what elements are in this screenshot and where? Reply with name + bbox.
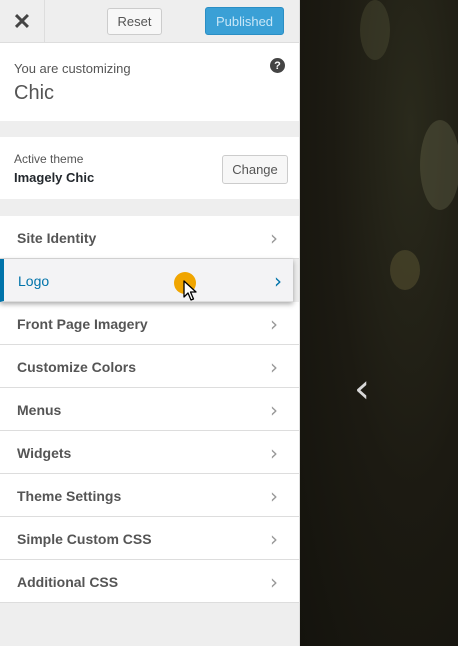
reset-button[interactable]: Reset xyxy=(107,8,162,35)
menu-item-label: Theme Settings xyxy=(17,488,122,504)
menu-item-label: Widgets xyxy=(17,445,72,461)
preview-image-detail xyxy=(420,120,458,210)
customizer-sidebar: ✕ Reset Published You are customizing Ch… xyxy=(0,0,300,646)
mouse-cursor-icon xyxy=(183,280,197,301)
active-theme-section: Active theme Imagely Chic Change xyxy=(0,137,299,199)
menu-item-customize-colors[interactable]: Customize Colors › xyxy=(0,345,299,388)
site-title: Chic xyxy=(14,82,55,104)
menu-item-simple-custom-css[interactable]: Simple Custom CSS › xyxy=(0,517,299,560)
slider-prev-arrow-icon[interactable]: ‹ xyxy=(354,366,370,412)
preview-image-detail xyxy=(390,250,420,290)
customizing-subtitle: You are customizing xyxy=(14,61,131,76)
chevron-right-icon: › xyxy=(270,484,278,508)
publish-button[interactable]: Published xyxy=(205,7,284,35)
chevron-right-icon: › xyxy=(270,355,278,379)
chevron-right-icon: › xyxy=(270,527,278,551)
menu-item-additional-css[interactable]: Additional CSS › xyxy=(0,560,299,603)
active-theme-name: Imagely Chic xyxy=(14,170,95,185)
change-theme-button[interactable]: Change xyxy=(222,155,288,184)
menu-item-front-page-imagery[interactable]: Front Page Imagery › xyxy=(0,302,299,345)
customizer-menu: Site Identity › Logo › Front Page Imager… xyxy=(0,216,299,603)
chevron-right-icon: › xyxy=(274,269,282,293)
preview-image-detail xyxy=(360,0,390,60)
menu-item-menus[interactable]: Menus › xyxy=(0,388,299,431)
menu-item-label: Logo xyxy=(18,273,50,289)
chevron-right-icon: › xyxy=(270,441,278,465)
customizer-header: ✕ Reset Published xyxy=(0,0,299,43)
menu-item-label: Additional CSS xyxy=(17,574,119,590)
menu-item-label: Site Identity xyxy=(17,230,97,246)
menu-item-label: Customize Colors xyxy=(17,359,137,375)
menu-item-label: Simple Custom CSS xyxy=(17,531,152,547)
site-preview[interactable]: ‹ xyxy=(300,0,458,646)
customizing-info: You are customizing Chic ? xyxy=(0,43,299,121)
chevron-right-icon: › xyxy=(270,312,278,336)
menu-item-logo[interactable]: Logo › xyxy=(0,259,293,302)
menu-item-site-identity[interactable]: Site Identity › xyxy=(0,216,299,259)
menu-item-theme-settings[interactable]: Theme Settings › xyxy=(0,474,299,517)
close-icon[interactable]: ✕ xyxy=(0,0,45,43)
help-icon[interactable]: ? xyxy=(270,58,285,73)
menu-item-widgets[interactable]: Widgets › xyxy=(0,431,299,474)
active-theme-label: Active theme xyxy=(14,152,84,166)
chevron-right-icon: › xyxy=(270,570,278,594)
menu-item-label: Menus xyxy=(17,402,62,418)
menu-item-label: Front Page Imagery xyxy=(17,316,148,332)
chevron-right-icon: › xyxy=(270,226,278,250)
chevron-right-icon: › xyxy=(270,398,278,422)
